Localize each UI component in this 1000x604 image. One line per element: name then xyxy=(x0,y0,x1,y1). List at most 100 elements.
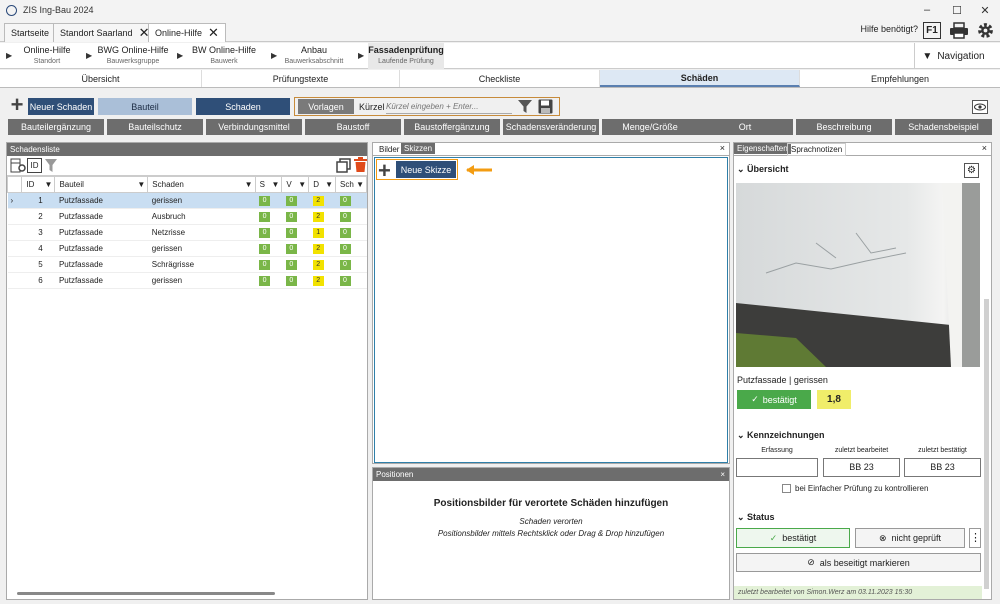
overview-label: Übersicht xyxy=(747,164,789,174)
breadcrumb-item[interactable]: Anbau Bauwerksabschnitt xyxy=(280,45,348,67)
tab-online-hilfe[interactable]: Online-Hilfe ✕ xyxy=(148,23,226,42)
overview-section-header[interactable]: ⌄ Übersicht xyxy=(737,164,789,175)
more-options-icon[interactable]: ⋮ xyxy=(969,528,981,548)
horizontal-scrollbar[interactable] xyxy=(17,592,275,595)
vertical-scrollbar[interactable] xyxy=(984,299,989,589)
close-panel-icon[interactable]: × xyxy=(720,470,725,479)
status-section-header[interactable]: ⌄ Status xyxy=(737,512,775,523)
kuerzel-input[interactable] xyxy=(386,99,512,114)
add-damage-plus-icon[interactable]: + xyxy=(8,94,26,116)
table-row[interactable]: 3 Putzfassade Netzrisse 0 0 1 0 xyxy=(7,224,367,241)
bauteil-button[interactable]: Bauteil xyxy=(98,98,192,115)
close-panel-icon[interactable]: × xyxy=(982,143,987,153)
filter-icon[interactable]: ▼ xyxy=(45,180,53,189)
mark-fixed-button[interactable]: ⊘ als beseitigt markieren xyxy=(736,553,981,572)
cat-baustoffergaenzung[interactable]: Baustoffergänzung xyxy=(404,119,500,135)
printer-icon[interactable] xyxy=(949,22,969,39)
add-sketch-plus-icon[interactable]: + xyxy=(378,158,391,184)
close-tab-icon[interactable]: ✕ xyxy=(208,26,219,39)
navigation-button[interactable]: ▼ Navigation xyxy=(914,43,992,69)
col-bauteil-header[interactable]: Bauteil ▼ xyxy=(54,176,149,193)
cell-schaden: Netzrisse xyxy=(147,224,256,241)
table-row[interactable]: 6 Putzfassade gerissen 0 0 2 0 xyxy=(7,272,367,289)
kennzeichnungen-section-header[interactable]: ⌄ Kennzeichnungen xyxy=(737,430,825,441)
col-d-header[interactable]: D ▼ xyxy=(308,176,336,193)
not-checked-button[interactable]: ⊗ nicht geprüft xyxy=(855,528,965,548)
cat-menge-groesse[interactable]: Menge/Größe xyxy=(602,119,698,135)
last-edited-field[interactable]: BB 23 xyxy=(823,458,900,477)
filter-icon[interactable]: ▼ xyxy=(271,180,279,189)
id-filter-icon[interactable]: ID xyxy=(27,158,42,173)
breadcrumb-item[interactable]: Online-Hilfe Standort xyxy=(18,45,76,67)
save-icon[interactable] xyxy=(538,99,553,114)
breadcrumb-title: Anbau xyxy=(300,45,328,55)
cat-ort[interactable]: Ort xyxy=(697,119,793,135)
maximize-button[interactable]: ☐ xyxy=(942,0,972,20)
tab-uebersicht[interactable]: Übersicht xyxy=(0,70,202,87)
cat-bauteilergaenzung[interactable]: Bauteilergänzung xyxy=(8,119,104,135)
cell-bauteil: Putzfassade xyxy=(54,240,148,257)
d-rating-badge: 2 xyxy=(312,276,324,286)
tab-empfehlungen[interactable]: Empfehlungen xyxy=(800,70,1000,87)
copy-icon[interactable] xyxy=(336,158,351,173)
col-s-header[interactable]: S ▼ xyxy=(254,176,283,193)
breadcrumb-sub: Bauwerk xyxy=(210,58,238,65)
tab-sprachnotizen[interactable]: Sprachnotizen xyxy=(787,143,847,156)
breadcrumb-item-active[interactable]: Fassadenprüfung Laufende Prüfung xyxy=(368,43,444,69)
col-id-header[interactable]: ID ▼ xyxy=(21,176,56,193)
breadcrumb-item[interactable]: BW Online-Hilfe Bauwerk xyxy=(188,45,260,67)
filter-icon[interactable] xyxy=(45,158,57,173)
tab-pruefungstexte[interactable]: Prüfungstexte xyxy=(202,70,400,87)
close-window-button[interactable]: ✕ xyxy=(970,0,1000,20)
confirmed-status-button[interactable]: ✓ bestätigt xyxy=(737,390,811,409)
breadcrumb-item[interactable]: BWG Online-Hilfe Bauwerksgruppe xyxy=(96,45,170,67)
new-damage-button[interactable]: Neuer Schaden xyxy=(28,98,94,115)
erfassung-field[interactable] xyxy=(736,458,818,477)
new-sketch-button[interactable]: Neue Skizze xyxy=(396,161,456,178)
col-schaden-header[interactable]: Schaden ▼ xyxy=(147,176,256,193)
tab-startseite[interactable]: Startseite xyxy=(4,23,57,42)
schaden-button[interactable]: Schaden xyxy=(196,98,290,115)
tab-bilder[interactable]: Bilder xyxy=(376,144,402,155)
col-sch-header[interactable]: Sch ▼ xyxy=(335,176,367,193)
filter-icon[interactable]: ▼ xyxy=(245,180,253,189)
delete-trash-icon[interactable] xyxy=(354,157,367,173)
settings-gear-icon[interactable] xyxy=(976,21,995,40)
filter-icon[interactable]: ▼ xyxy=(298,180,306,189)
filter-icon[interactable]: ▼ xyxy=(356,180,364,189)
filter-icon[interactable] xyxy=(518,99,532,114)
tab-skizzen[interactable]: Skizzen xyxy=(401,143,436,154)
cat-bauteilschutz[interactable]: Bauteilschutz xyxy=(107,119,203,135)
tab-schaeden[interactable]: Schäden xyxy=(600,70,800,87)
vorlagen-button[interactable]: Vorlagen xyxy=(298,99,354,114)
cat-verbindungsmittel[interactable]: Verbindungsmittel xyxy=(206,119,302,135)
document-tab-bar: Startseite Standort Saarland ✕ Online-Hil… xyxy=(0,20,1000,42)
cat-beschreibung[interactable]: Beschreibung xyxy=(796,119,892,135)
f1-help-icon[interactable]: F1 xyxy=(923,22,941,39)
table-row[interactable]: 2 Putzfassade Ausbruch 0 0 2 0 xyxy=(7,208,367,225)
table-row[interactable]: › 1 Putzfassade gerissen 0 0 2 0 xyxy=(7,192,367,209)
close-panel-icon[interactable]: × xyxy=(720,143,725,153)
check-einfache-pruefung-checkbox[interactable] xyxy=(782,484,791,493)
view-eye-icon[interactable] xyxy=(972,100,988,114)
v-rating-badge: 0 xyxy=(285,228,297,238)
tab-standort-saarland[interactable]: Standort Saarland ✕ xyxy=(53,23,157,42)
table-row[interactable]: 5 Putzfassade Schrägrisse 0 0 2 0 xyxy=(7,256,367,273)
cat-schadensveraenderung[interactable]: Schadensveränderung xyxy=(503,119,599,135)
col-v-header[interactable]: V ▼ xyxy=(281,176,310,193)
filter-icon[interactable]: ▼ xyxy=(325,180,333,189)
filter-icon[interactable]: ▼ xyxy=(137,180,145,189)
sketch-area[interactable] xyxy=(374,157,728,463)
last-confirmed-field[interactable]: BB 23 xyxy=(904,458,981,477)
table-row[interactable]: 4 Putzfassade gerissen 0 0 2 0 xyxy=(7,240,367,257)
confirm-button[interactable]: ✓ bestätigt xyxy=(736,528,850,548)
settings-icon[interactable]: ⚙ xyxy=(964,163,979,178)
minimize-button[interactable]: – xyxy=(912,0,942,20)
tab-eigenschaften[interactable]: Eigenschaften xyxy=(734,143,791,154)
schadensliste-toolbar: ID xyxy=(7,156,367,176)
column-chooser-icon[interactable] xyxy=(10,158,26,174)
cat-baustoff[interactable]: Baustoff xyxy=(305,119,401,135)
tab-checkliste[interactable]: Checkliste xyxy=(400,70,600,87)
damage-photo[interactable] xyxy=(736,183,980,367)
cat-schadensbeispiel[interactable]: Schadensbeispiel xyxy=(895,119,992,135)
